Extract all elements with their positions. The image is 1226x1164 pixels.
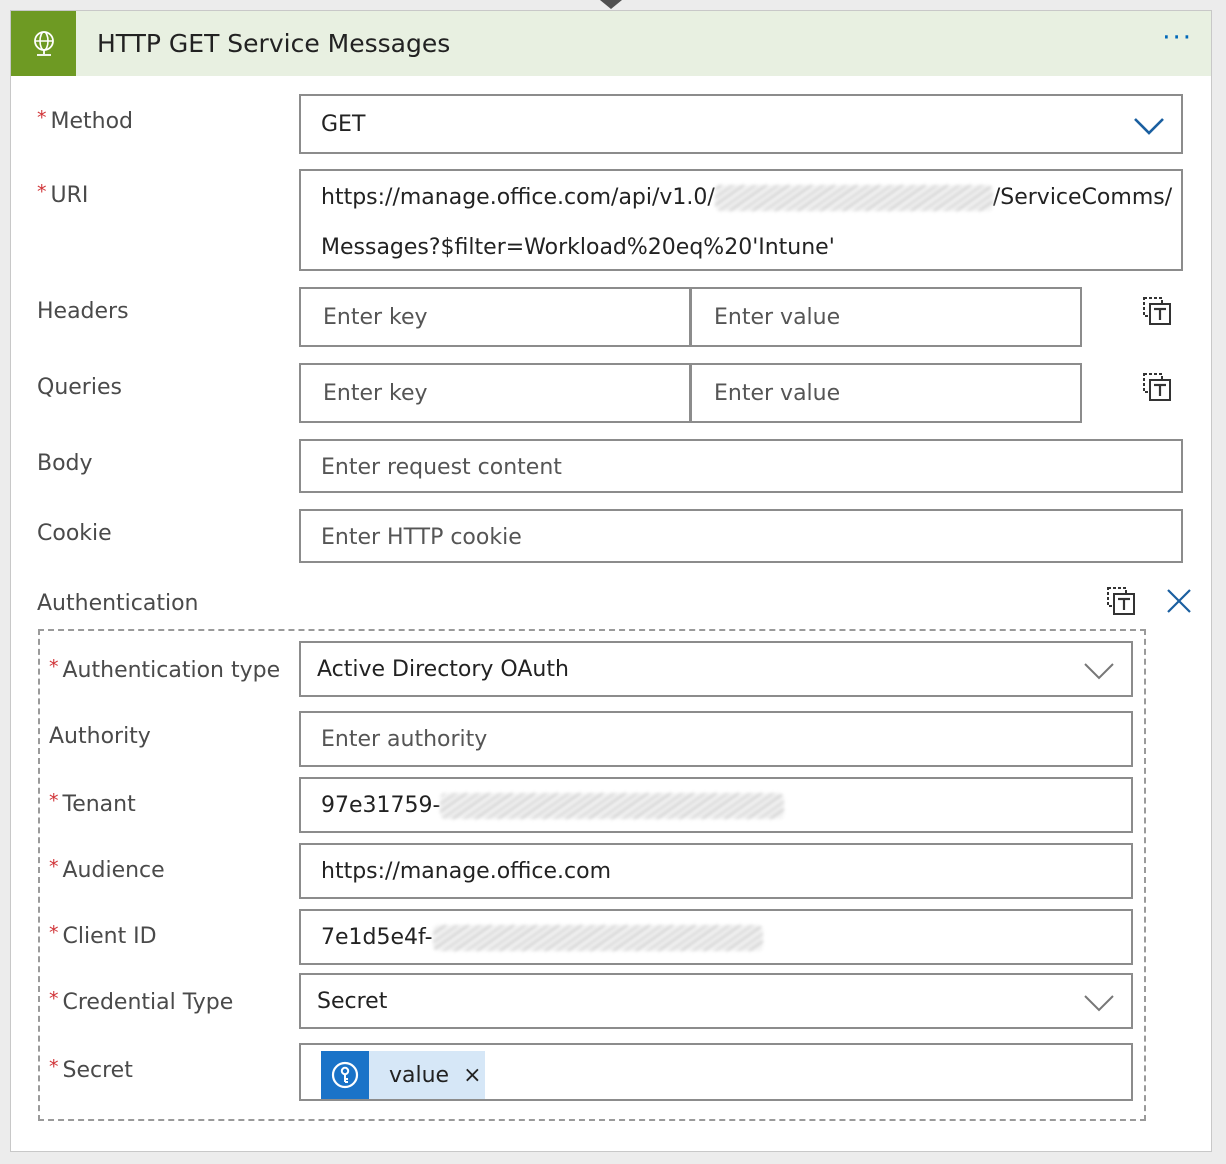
body-input[interactable]: Enter request content xyxy=(299,439,1183,493)
switch-text-mode-icon[interactable] xyxy=(1105,585,1137,617)
action-header[interactable]: HTTP GET Service Messages ··· xyxy=(11,11,1211,76)
globe-icon xyxy=(11,11,76,76)
tenant-value: 97e31759- xyxy=(321,793,441,818)
action-card: HTTP GET Service Messages ··· * Method GE… xyxy=(10,10,1212,1152)
secret-label: * Secret xyxy=(49,1056,133,1083)
method-value: GET xyxy=(321,112,366,137)
switch-text-mode-icon[interactable] xyxy=(1141,371,1173,403)
uri-text-start: https://manage.office.com/api/v1.0/ xyxy=(321,185,715,210)
cookie-input[interactable]: Enter HTTP cookie xyxy=(299,509,1183,563)
client-id-label: * Client ID xyxy=(49,922,157,949)
redacted-region xyxy=(714,185,993,211)
queries-value-input[interactable]: Enter value xyxy=(690,363,1082,423)
audience-value: https://manage.office.com xyxy=(321,859,612,884)
uri-label: * URI xyxy=(37,181,89,208)
authentication-type-dropdown[interactable]: Active Directory OAuth xyxy=(299,641,1133,697)
action-title[interactable]: HTTP GET Service Messages xyxy=(97,29,450,58)
queries-label: Queries xyxy=(37,375,122,400)
authority-input[interactable]: Enter authority xyxy=(299,711,1133,767)
headers-key-input[interactable]: Enter key xyxy=(299,287,691,347)
method-label: * Method xyxy=(37,107,134,134)
credential-type-value: Secret xyxy=(317,989,388,1014)
client-id-value: 7e1d5e4f- xyxy=(321,925,433,950)
credential-type-dropdown[interactable]: Secret xyxy=(299,973,1133,1029)
secret-input[interactable]: value × xyxy=(299,1043,1133,1101)
authentication-type-label: * Authentication type xyxy=(49,656,281,683)
headers-value-input[interactable]: Enter value xyxy=(690,287,1082,347)
more-options-button[interactable]: ··· xyxy=(1162,25,1193,51)
cookie-label: Cookie xyxy=(37,521,112,546)
remove-token-button[interactable]: × xyxy=(463,1063,481,1088)
uri-text-line2: Messages?$filter=Workload%20eq%20'Intune… xyxy=(321,235,835,260)
chevron-down-icon xyxy=(1134,118,1164,135)
authentication-type-value: Active Directory OAuth xyxy=(317,657,569,682)
audience-label: * Audience xyxy=(49,856,165,883)
switch-text-mode-icon[interactable] xyxy=(1141,295,1173,327)
token-label: value xyxy=(389,1062,450,1088)
close-icon[interactable] xyxy=(1165,587,1193,615)
queries-key-input[interactable]: Enter key xyxy=(299,363,691,423)
headers-label: Headers xyxy=(37,299,129,324)
audience-input[interactable]: https://manage.office.com xyxy=(299,843,1133,899)
tenant-label: * Tenant xyxy=(49,790,136,817)
authority-label: Authority xyxy=(49,724,151,749)
tenant-input[interactable]: 97e31759- xyxy=(299,777,1133,833)
flow-connector-arrow xyxy=(600,0,622,9)
credential-type-label: * Credential Type xyxy=(49,988,234,1015)
client-id-input[interactable]: 7e1d5e4f- xyxy=(299,909,1133,965)
redacted-region xyxy=(432,925,763,951)
method-dropdown[interactable]: GET xyxy=(299,94,1183,154)
redacted-region xyxy=(440,793,785,819)
chevron-down-icon xyxy=(1084,663,1114,680)
body-label: Body xyxy=(37,451,93,476)
uri-text-end: /ServiceComms/ xyxy=(992,185,1173,210)
authentication-label: Authentication xyxy=(37,591,199,616)
key-vault-icon xyxy=(321,1051,369,1099)
uri-input[interactable]: https://manage.office.com/api/v1.0/ /Serv… xyxy=(299,169,1183,271)
chevron-down-icon xyxy=(1084,995,1114,1012)
dynamic-content-token[interactable]: value × xyxy=(321,1051,485,1099)
